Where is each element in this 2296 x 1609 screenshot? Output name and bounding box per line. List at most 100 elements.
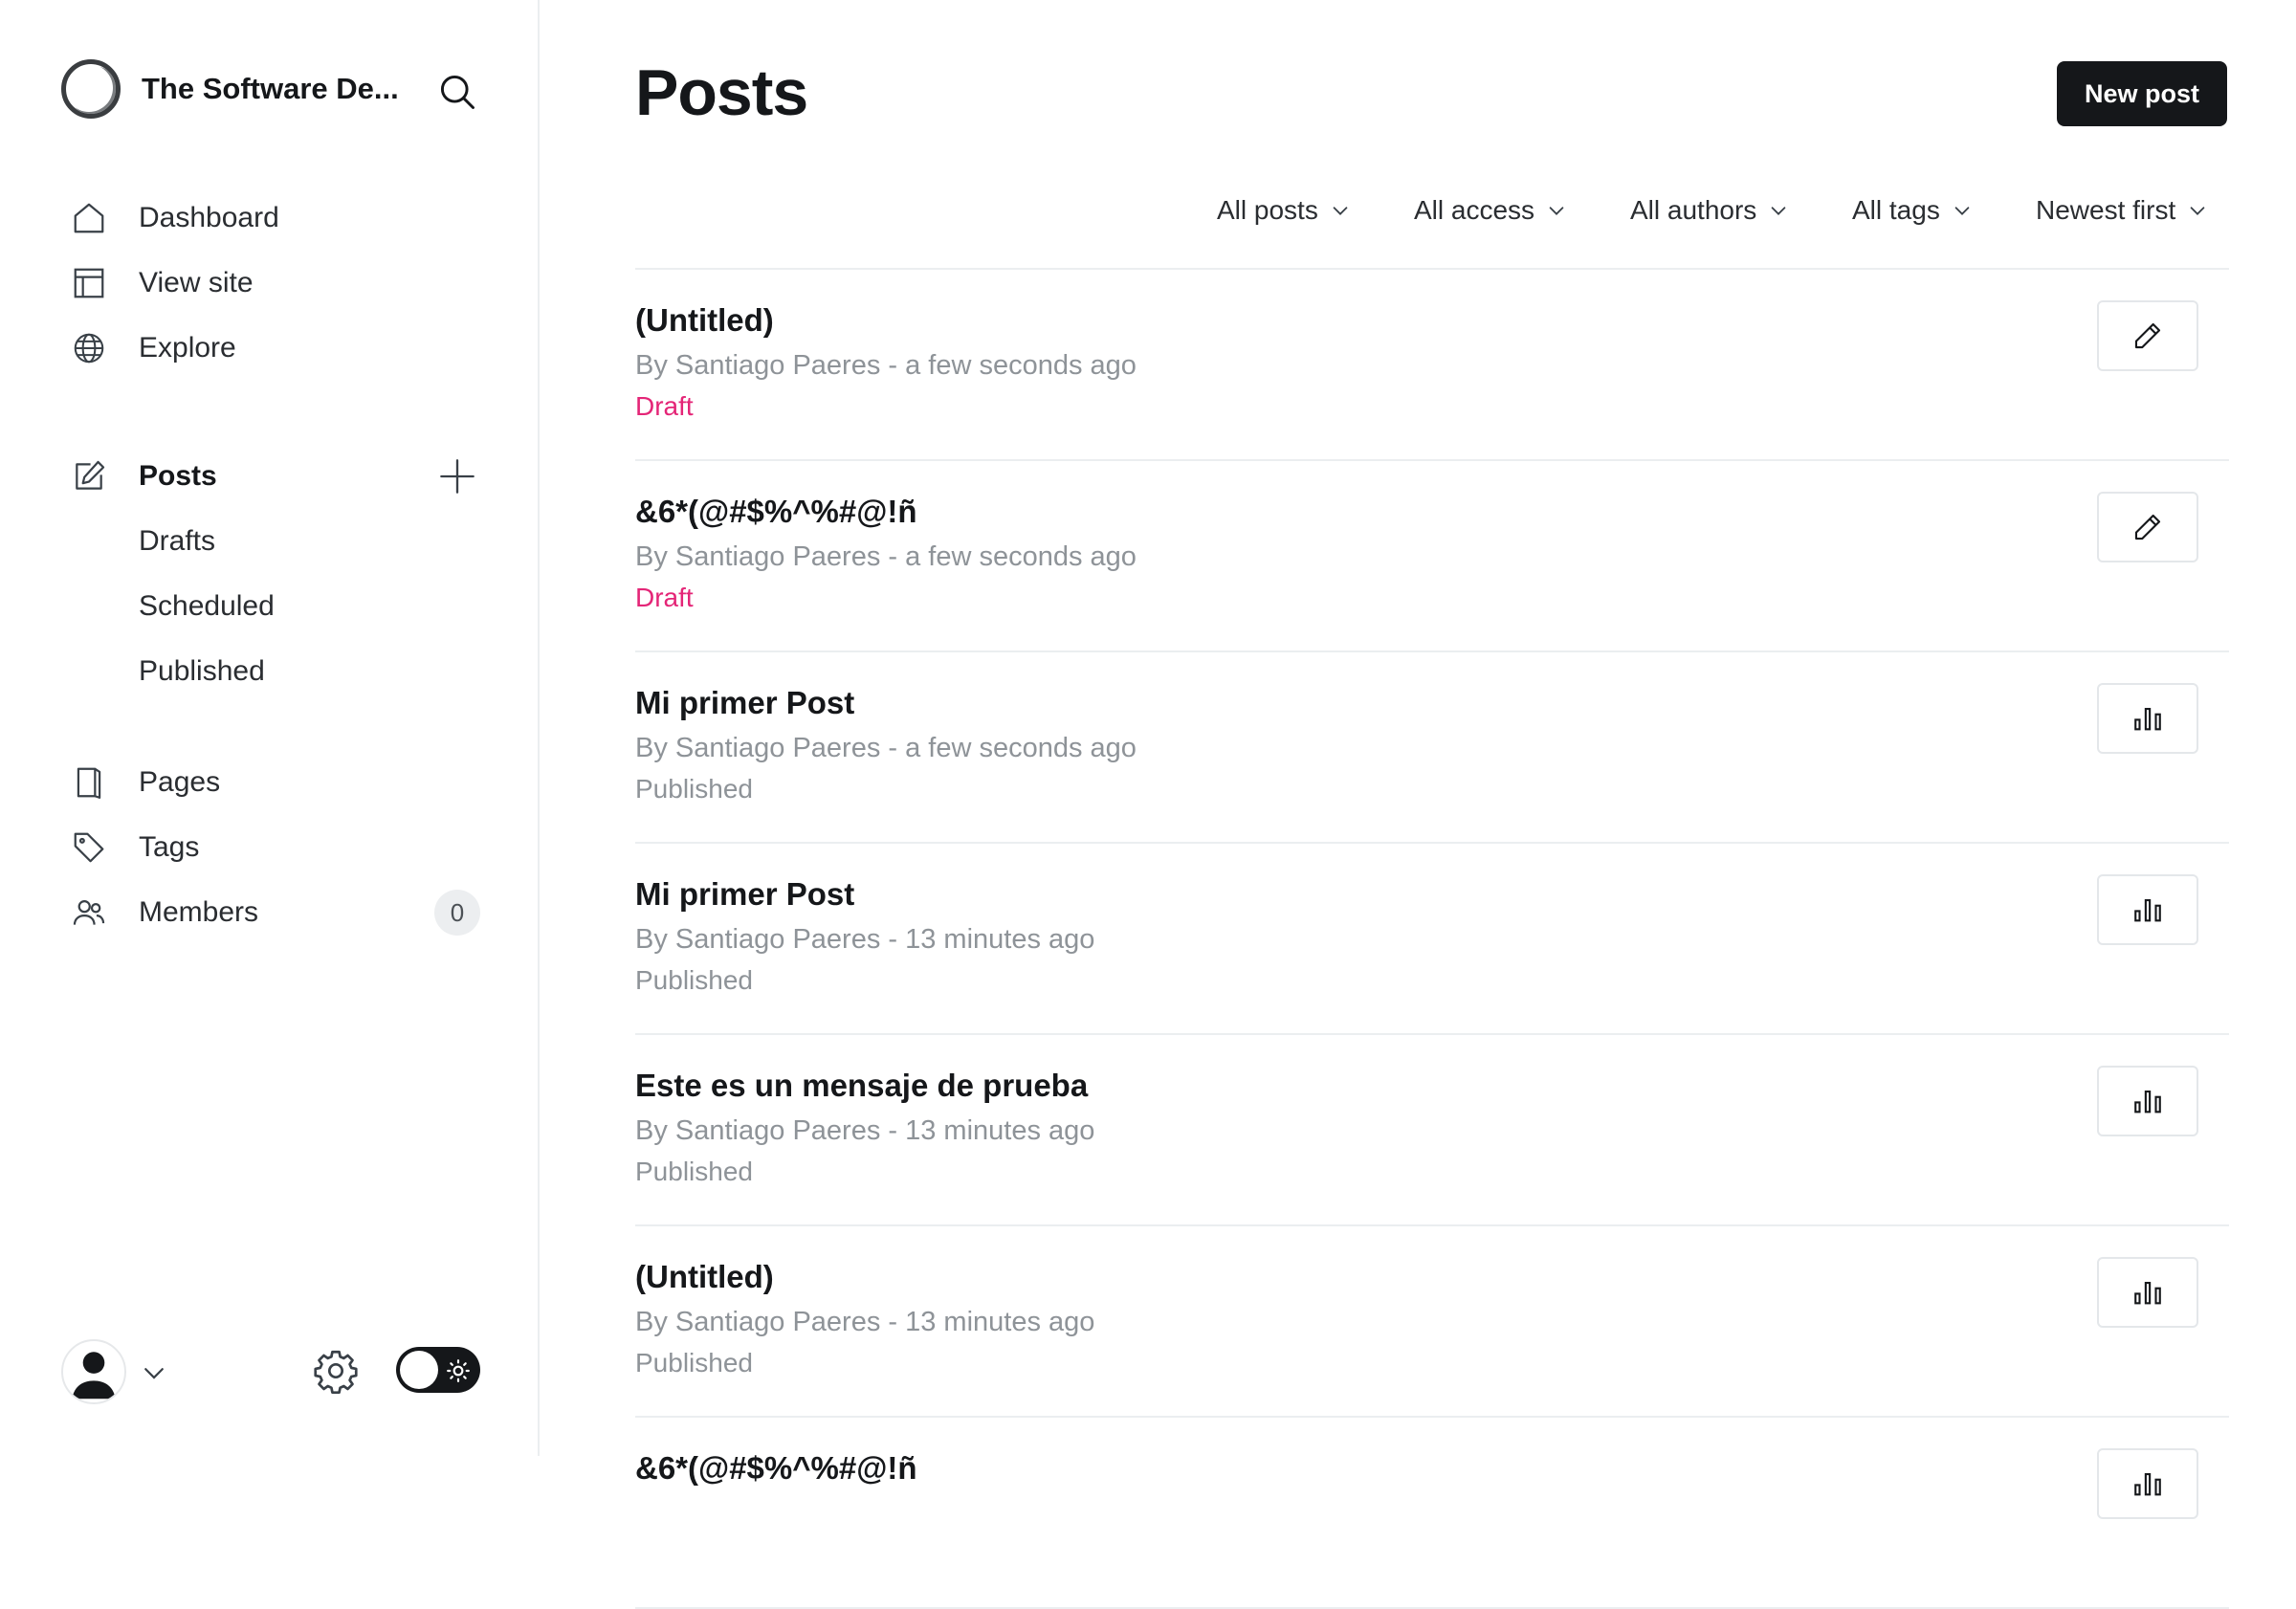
- list-item[interactable]: (Untitled) By Santiago Paeres - 13 minut…: [635, 1226, 2229, 1418]
- post-meta: By Santiago Paeres - a few seconds ago: [635, 541, 1137, 572]
- post-meta: By Santiago Paeres - 13 minutes ago: [635, 1115, 1095, 1146]
- new-post-button[interactable]: New post: [2057, 61, 2227, 126]
- post-title: Este es un mensaje de prueba: [635, 1068, 1089, 1103]
- page-icon: [71, 764, 107, 801]
- list-item[interactable]: (Untitled) By Santiago Paeres - a few se…: [635, 270, 2229, 461]
- post-analytics-button[interactable]: [2097, 1448, 2198, 1519]
- avatar[interactable]: [61, 1339, 126, 1404]
- list-item[interactable]: &6*(@#$%^%#@!ñ By Santiago Paeres - a fe…: [635, 461, 2229, 652]
- post-title: Mi primer Post: [635, 876, 855, 912]
- sidebar-item-label: View site: [139, 267, 254, 298]
- sidebar-subitem-label: Published: [139, 655, 265, 687]
- post-title: &6*(@#$%^%#@!ñ: [635, 494, 917, 529]
- filter-label: All tags: [1852, 195, 1940, 225]
- sidebar-item-label: Dashboard: [139, 202, 279, 233]
- user-avatar-icon: [72, 1352, 116, 1400]
- sidebar-item-explore[interactable]: Explore: [71, 321, 492, 375]
- post-title: (Untitled): [635, 302, 774, 338]
- post-analytics-button[interactable]: [2097, 683, 2198, 754]
- sidebar-item-pages[interactable]: Pages: [71, 756, 492, 809]
- filter-tag-dropdown[interactable]: All tags: [1852, 195, 1973, 226]
- edit-icon: [2134, 322, 2161, 349]
- post-title: (Untitled): [635, 1259, 774, 1294]
- toggle-knob: [400, 1351, 438, 1389]
- analytics-icon: [2134, 1473, 2161, 1496]
- post-analytics-button[interactable]: [2097, 1257, 2198, 1328]
- chevron-down-icon: [1771, 207, 1786, 215]
- list-item[interactable]: Mi primer Post By Santiago Paeres - 13 m…: [635, 844, 2229, 1035]
- analytics-icon: [2134, 1091, 2161, 1113]
- sidebar-item-label: Pages: [139, 766, 221, 798]
- edit-post-button[interactable]: [2097, 492, 2198, 562]
- edit-icon: [2134, 514, 2161, 540]
- post-title: Mi primer Post: [635, 685, 855, 720]
- filter-type-dropdown[interactable]: All posts: [1217, 195, 1351, 226]
- search-icon[interactable]: [436, 71, 478, 113]
- filter-label: All posts: [1217, 195, 1318, 225]
- members-count-badge: 0: [434, 890, 480, 936]
- sidebar-item-members[interactable]: Members 0: [71, 886, 492, 939]
- list-item[interactable]: Mi primer Post By Santiago Paeres - a fe…: [635, 652, 2229, 844]
- sidebar-subitem-label: Scheduled: [139, 590, 275, 622]
- status-badge: Published: [635, 1348, 753, 1378]
- sidebar-item-tags[interactable]: Tags: [71, 821, 492, 874]
- chevron-down-icon[interactable]: [140, 1358, 168, 1387]
- sun-icon: [447, 1359, 470, 1382]
- site-logo-icon: [61, 59, 121, 119]
- layout-icon: [71, 265, 107, 301]
- filter-bar: All posts All access All authors All tag…: [541, 195, 2231, 233]
- status-badge: Published: [635, 774, 753, 804]
- status-badge: Published: [635, 1157, 753, 1186]
- post-meta: By Santiago Paeres - 13 minutes ago: [635, 1307, 1095, 1337]
- tag-icon: [71, 829, 107, 866]
- status-badge: Published: [635, 965, 753, 995]
- chevron-down-icon: [2190, 207, 2205, 215]
- filter-access-dropdown[interactable]: All access: [1414, 195, 1567, 226]
- gear-icon[interactable]: [312, 1347, 360, 1395]
- site-name: The Software De...: [142, 72, 399, 105]
- analytics-icon: [2134, 899, 2161, 922]
- filter-label: Newest first: [2036, 195, 2176, 225]
- chevron-down-icon: [1549, 207, 1564, 215]
- sidebar-item-published[interactable]: Published: [71, 645, 492, 698]
- list-item[interactable]: Este es un mensaje de prueba By Santiago…: [635, 1035, 2229, 1226]
- sidebar-item-posts[interactable]: Posts: [71, 450, 492, 503]
- sidebar-item-label: Members: [139, 896, 259, 928]
- analytics-icon: [2134, 1282, 2161, 1305]
- post-meta: By Santiago Paeres - a few seconds ago: [635, 733, 1137, 763]
- edit-icon: [71, 458, 107, 495]
- posts-list: (Untitled) By Santiago Paeres - a few se…: [635, 268, 2229, 1609]
- sidebar-item-label: Posts: [139, 460, 217, 492]
- sidebar-item-view-site[interactable]: View site: [71, 256, 492, 310]
- add-post-icon[interactable]: [438, 457, 476, 496]
- sidebar-subitem-label: Drafts: [139, 525, 216, 557]
- theme-toggle[interactable]: [396, 1347, 480, 1393]
- main-content: Posts New post All posts All access All …: [541, 0, 2296, 1609]
- analytics-icon: [2134, 708, 2161, 731]
- sidebar-item-label: Explore: [139, 332, 236, 364]
- sidebar-item-dashboard[interactable]: Dashboard: [71, 191, 492, 245]
- post-meta: By Santiago Paeres - a few seconds ago: [635, 350, 1137, 381]
- chevron-down-icon: [1333, 207, 1348, 215]
- post-analytics-button[interactable]: [2097, 874, 2198, 945]
- status-badge: Draft: [635, 391, 694, 421]
- sidebar: The Software De... Dashboard View site E…: [0, 0, 540, 1456]
- post-analytics-button[interactable]: [2097, 1066, 2198, 1136]
- members-icon: [71, 894, 107, 931]
- chevron-down-icon: [1954, 207, 1970, 215]
- sidebar-item-scheduled[interactable]: Scheduled: [71, 580, 492, 633]
- home-icon: [71, 200, 107, 236]
- edit-post-button[interactable]: [2097, 300, 2198, 371]
- site-brand[interactable]: The Software De...: [61, 59, 399, 119]
- status-badge: Draft: [635, 583, 694, 612]
- filter-author-dropdown[interactable]: All authors: [1630, 195, 1789, 226]
- filter-label: All authors: [1630, 195, 1757, 225]
- globe-icon: [71, 330, 107, 366]
- filter-order-dropdown[interactable]: Newest first: [2036, 195, 2208, 226]
- list-item[interactable]: &6*(@#$%^%#@!ñ: [635, 1418, 2229, 1609]
- filter-label: All access: [1414, 195, 1535, 225]
- sidebar-item-drafts[interactable]: Drafts: [71, 515, 492, 568]
- post-meta: By Santiago Paeres - 13 minutes ago: [635, 924, 1095, 955]
- page-title: Posts: [635, 56, 808, 129]
- sidebar-item-label: Tags: [139, 831, 200, 863]
